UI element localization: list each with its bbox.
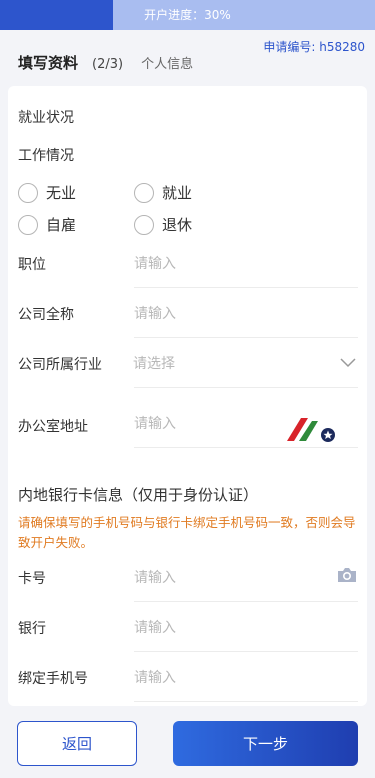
divider <box>134 447 358 448</box>
progress-bar: 开户进度：30% <box>0 0 375 30</box>
card-number-label: 卡号 <box>18 571 46 587</box>
radio-circle[interactable] <box>18 214 38 235</box>
industry-label: 公司所属行业 <box>18 357 102 373</box>
page-subtitle: 个人信息 <box>141 57 194 72</box>
radio-label: 退休 <box>162 216 193 234</box>
chevron-down-icon[interactable] <box>340 358 356 368</box>
step-indicator: (2/3) <box>92 57 124 72</box>
office-address-input[interactable] <box>134 409 282 439</box>
camera-icon[interactable] <box>336 566 358 584</box>
divider <box>134 601 358 602</box>
radio-circle[interactable] <box>134 214 154 235</box>
radio-unemployed[interactable]: 无业 <box>18 182 76 203</box>
bank-name-label: 银行 <box>18 621 46 637</box>
radio-retired[interactable]: 退休 <box>134 214 192 235</box>
bank-section-title: 内地银行卡信息（仅用于身份认证） <box>18 486 259 504</box>
page-title: 填写资料 <box>18 54 79 72</box>
divider <box>134 651 358 652</box>
progress-text: 开户进度：30% <box>144 8 231 22</box>
next-button[interactable]: 下一步 <box>173 721 358 766</box>
employment-section-title: 就业状况 <box>18 110 74 126</box>
radio-employed[interactable]: 就业 <box>134 182 192 203</box>
industry-select[interactable]: 请选择 <box>133 353 175 373</box>
bound-phone-label: 绑定手机号 <box>18 671 88 687</box>
company-input[interactable] <box>134 299 356 329</box>
radio-self-employed[interactable]: 自雇 <box>18 214 76 235</box>
card-number-input[interactable] <box>134 563 324 593</box>
brand-logo-icon <box>287 418 335 442</box>
office-address-label: 办公室地址 <box>18 419 88 435</box>
divider <box>134 701 358 702</box>
divider <box>134 387 358 388</box>
radio-circle[interactable] <box>18 182 38 203</box>
radio-label: 自雇 <box>46 216 77 234</box>
work-status-label: 工作情况 <box>18 148 74 164</box>
bank-warning-text: 请确保填写的手机号码与银行卡绑定手机号码一致，否则会导致开户失败。 <box>18 515 356 550</box>
back-button[interactable]: 返回 <box>17 721 137 766</box>
page-header: 填写资料 (2/3) 个人信息 <box>18 52 193 72</box>
position-label: 职位 <box>18 257 46 273</box>
application-number: 申请编号: h58280 <box>263 40 365 54</box>
radio-circle[interactable] <box>134 182 154 203</box>
divider <box>134 287 358 288</box>
position-input[interactable] <box>134 249 356 279</box>
radio-label: 无业 <box>46 184 77 202</box>
divider <box>134 337 358 338</box>
bank-name-input[interactable] <box>134 613 356 643</box>
radio-label: 就业 <box>162 184 193 202</box>
company-label: 公司全称 <box>18 307 74 323</box>
bound-phone-input[interactable] <box>134 663 356 693</box>
